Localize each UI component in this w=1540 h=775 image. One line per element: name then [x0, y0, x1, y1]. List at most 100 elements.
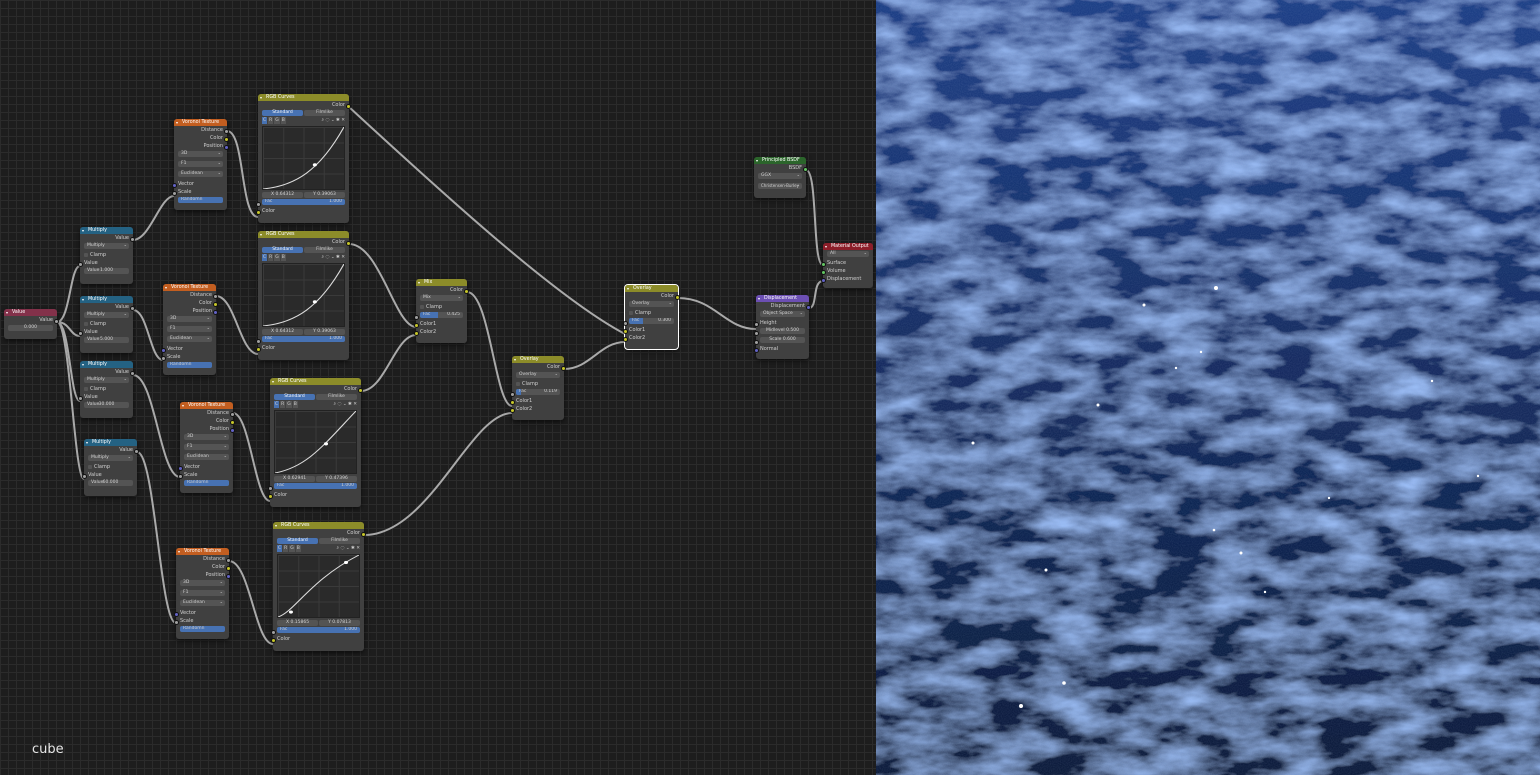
mix-header[interactable]: Overlay [512, 356, 564, 363]
voronoi-texture-node-2[interactable]: Voronoi Texture Distance Color Position … [161, 284, 218, 375]
midlevel-socket[interactable] [754, 330, 759, 336]
vector-socket[interactable] [172, 182, 177, 188]
clamp-checkbox[interactable] [84, 386, 88, 391]
blend-mode-dropdown[interactable]: Overlay [629, 300, 674, 307]
math-output-socket[interactable] [134, 448, 139, 454]
dimensions-dropdown[interactable]: 3D [184, 433, 229, 440]
curves-header[interactable]: RGB Curves [258, 231, 349, 238]
color1-socket[interactable] [623, 328, 628, 334]
randomness-field[interactable]: Randomn 1.000 [167, 362, 212, 368]
scale-socket[interactable] [174, 619, 179, 625]
scale-field[interactable]: Scale 0.600 [760, 337, 805, 343]
mix-output-socket[interactable] [561, 365, 566, 371]
mix-header[interactable]: Mix [416, 279, 467, 286]
channel-g[interactable]: G [274, 254, 280, 261]
curves-header[interactable]: RGB Curves [273, 522, 364, 529]
math-output-socket[interactable] [130, 305, 135, 311]
curve-tools-icons[interactable]: ⌕ ◌ ⌄ ✱ ✕ [334, 401, 357, 408]
fac-field[interactable]: Fac 1.000 [274, 483, 357, 489]
math-node-2[interactable]: Multiply Value Multiply Clamp Value Valu… [78, 296, 135, 353]
blend-mode-dropdown[interactable]: Mix [420, 294, 463, 301]
target-dropdown[interactable]: All [827, 250, 869, 257]
material-output-node[interactable]: Material Output All Surface Volume Displ… [821, 243, 873, 288]
rgb-curves-node-4[interactable]: RGB Curves Color StandardFilmlike CRGB ⌕ … [271, 522, 366, 651]
voronoi-header[interactable]: Voronoi Texture [163, 284, 216, 291]
clamp-checkbox[interactable] [88, 464, 92, 469]
curve-point-x[interactable]: X 0.64312 [262, 192, 303, 198]
vector-socket[interactable] [161, 347, 166, 353]
math-operation-dropdown[interactable]: Multiply [84, 311, 129, 318]
distance-socket[interactable] [230, 411, 235, 417]
voronoi-header[interactable]: Voronoi Texture [176, 548, 229, 555]
curve-point-x[interactable]: X 0.64312 [262, 329, 303, 335]
value-node-header[interactable]: Value [4, 309, 57, 316]
tab-standard[interactable]: Standard [277, 538, 318, 544]
fac-socket[interactable] [268, 485, 273, 491]
subsurface-method-dropdown[interactable]: Christensen-Burley [758, 182, 802, 189]
distance-socket[interactable] [224, 128, 229, 134]
math-operation-dropdown[interactable]: Multiply [84, 376, 129, 383]
curve-point-y[interactable]: Y 0.39063 [304, 329, 345, 335]
channel-g[interactable]: G [289, 545, 295, 552]
tab-standard[interactable]: Standard [262, 110, 303, 116]
fac-socket[interactable] [256, 201, 261, 207]
curves-output-socket[interactable] [346, 103, 351, 109]
distance-socket[interactable] [226, 557, 231, 563]
channel-b[interactable]: B [292, 401, 298, 408]
curve-graph[interactable] [262, 126, 345, 190]
principled-bsdf-node[interactable]: Principled BSDF BSDF GGX Christensen-Bur… [754, 157, 808, 198]
math-node-header[interactable]: Multiply [80, 361, 133, 368]
height-socket[interactable] [754, 321, 759, 327]
channel-b[interactable]: B [280, 254, 286, 261]
color-input-socket[interactable] [271, 637, 276, 643]
math-value-field[interactable]: Value 60.000 [88, 480, 133, 486]
color2-socket[interactable] [623, 336, 628, 342]
fac-field[interactable]: Fac 1.000 [277, 627, 360, 633]
position-socket[interactable] [224, 144, 229, 150]
distance-socket[interactable] [213, 293, 218, 299]
channel-b[interactable]: B [295, 545, 301, 552]
curves-output-socket[interactable] [361, 531, 366, 537]
curve-tools-icons[interactable]: ⌕ ◌ ⌄ ✱ ✕ [337, 545, 360, 552]
voronoi-header[interactable]: Voronoi Texture [180, 402, 233, 409]
curve-point-x[interactable]: X 0.62941 [274, 476, 315, 482]
feature-dropdown[interactable]: F1 [178, 160, 223, 167]
math-input-socket[interactable] [78, 330, 83, 336]
math-node-4[interactable]: Multiply Value Multiply Clamp Value Valu… [82, 439, 139, 496]
curve-graph[interactable] [277, 554, 360, 618]
channel-c[interactable]: C [262, 117, 268, 124]
value-node-output-socket[interactable] [54, 318, 59, 324]
fac-socket[interactable] [623, 320, 628, 326]
tab-filmlike[interactable]: Filmlike [304, 110, 345, 116]
surface-socket[interactable] [821, 261, 826, 267]
position-socket[interactable] [213, 309, 218, 315]
distribution-dropdown[interactable]: GGX [758, 172, 802, 179]
vector-socket[interactable] [174, 611, 179, 617]
channel-g[interactable]: G [286, 401, 292, 408]
scale-socket[interactable] [161, 355, 166, 361]
curve-tools-icons[interactable]: ⌕ ◌ ⌄ ✱ ✕ [322, 117, 345, 124]
dimensions-dropdown[interactable]: 3D [180, 579, 225, 586]
displacement-header[interactable]: Displacement [756, 295, 809, 302]
voronoi-texture-node-3[interactable]: Voronoi Texture Distance Color Position … [178, 402, 235, 493]
color-input-socket[interactable] [256, 346, 261, 352]
rgb-curves-node-2[interactable]: RGB Curves Color StandardFilmlike CRGB ⌕ … [256, 231, 351, 360]
math-node-header[interactable]: Multiply [80, 227, 133, 234]
color1-socket[interactable] [414, 322, 419, 328]
fac-field[interactable]: Fac 0.425 [420, 312, 463, 318]
curves-header[interactable]: RGB Curves [258, 94, 349, 101]
math-output-socket[interactable] [130, 370, 135, 376]
bsdf-header[interactable]: Principled BSDF [754, 157, 806, 164]
fac-field[interactable]: Fac 0.119 [516, 389, 560, 395]
tab-standard[interactable]: Standard [262, 247, 303, 253]
dimensions-dropdown[interactable]: 3D [167, 315, 212, 322]
space-dropdown[interactable]: Object Space [760, 310, 805, 317]
curves-output-socket[interactable] [346, 240, 351, 246]
color-socket[interactable] [226, 565, 231, 571]
color2-socket[interactable] [510, 407, 515, 413]
math-value-field[interactable]: Value 5.000 [84, 337, 129, 343]
mix-header[interactable]: Overlay [625, 285, 678, 292]
color-socket[interactable] [213, 301, 218, 307]
math-node-1[interactable]: Multiply Value Multiply Clamp Value Valu… [78, 227, 135, 284]
position-socket[interactable] [226, 573, 231, 579]
